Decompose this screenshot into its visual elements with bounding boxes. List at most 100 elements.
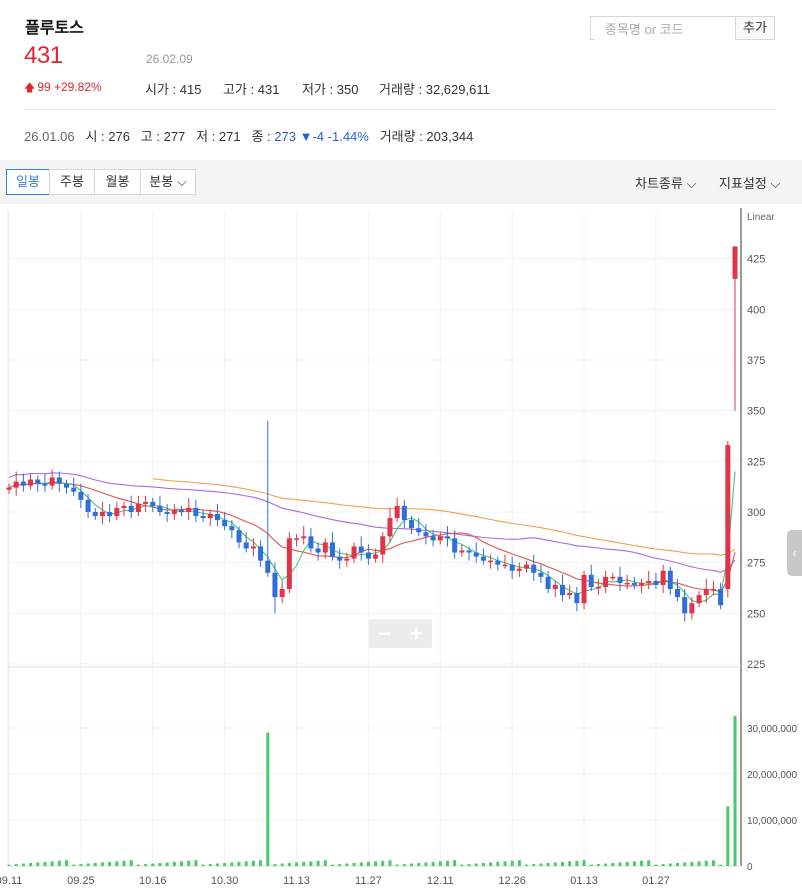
candle-body xyxy=(509,564,515,571)
add-button[interactable]: 추가 xyxy=(735,16,775,40)
volume-bar xyxy=(144,864,148,866)
volume-bar xyxy=(237,861,241,866)
volume-bar xyxy=(625,861,629,866)
volume-bar xyxy=(661,864,665,866)
x-tick-label: 09.11 xyxy=(0,875,22,887)
candle-body xyxy=(660,570,666,585)
volume-bar xyxy=(129,860,133,866)
candle-body xyxy=(301,536,307,539)
volume-bar xyxy=(201,864,205,866)
candle-body xyxy=(85,499,91,512)
volume-bar xyxy=(517,860,521,866)
volume-bar xyxy=(388,860,392,866)
volume-tick-label: 20,000,000 xyxy=(747,770,797,781)
y-tick-label: 400 xyxy=(747,304,765,316)
price-change: 🡅 99 +29.82% xyxy=(24,79,102,98)
volume-bar xyxy=(359,862,363,866)
candle-body xyxy=(581,574,587,604)
candle-body xyxy=(20,481,26,486)
volume-bar xyxy=(122,860,126,866)
volume-bar xyxy=(467,864,471,866)
candle-body xyxy=(380,536,386,555)
volume-total: 거래량 : 32,629,611 xyxy=(379,82,490,97)
zoom-out-button[interactable]: − xyxy=(369,619,400,648)
candle-body xyxy=(358,546,364,553)
volume-tick-label: 30,000,000 xyxy=(747,724,797,735)
volume-bar xyxy=(172,861,176,866)
volume-bar xyxy=(575,860,579,866)
candle-body xyxy=(653,580,659,585)
volume-bar xyxy=(259,860,263,866)
x-tick-label: 01.27 xyxy=(642,875,670,887)
volume-bar xyxy=(345,863,349,866)
volume-bar xyxy=(525,864,529,866)
candle-body xyxy=(49,477,55,486)
volume-bar xyxy=(453,860,457,866)
stock-name: 플루토스 xyxy=(25,20,84,37)
volume-bar xyxy=(323,860,327,866)
scale-type-label: Linear xyxy=(747,212,775,223)
candle-body xyxy=(64,483,70,488)
volume-bar xyxy=(481,862,485,866)
candle-body xyxy=(150,501,156,506)
candle-body xyxy=(488,560,494,563)
volume-bar xyxy=(223,862,227,866)
candle-body xyxy=(682,597,688,614)
chart-type-menu[interactable]: 차트종류 ⌵ xyxy=(635,173,696,192)
tab-weekly[interactable]: 주봉 xyxy=(49,169,95,195)
volume-bar xyxy=(582,860,586,866)
candle-body xyxy=(294,538,300,540)
low-price: 저가 : 350 xyxy=(302,82,359,97)
x-tick-label: 12.26 xyxy=(498,875,526,887)
up-arrow-icon: 🡅 xyxy=(24,82,36,94)
volume-bar xyxy=(208,864,212,866)
candle-body xyxy=(365,552,371,559)
candle-body xyxy=(71,487,77,492)
search-box[interactable] xyxy=(590,16,747,40)
x-tick-label: 10.16 xyxy=(139,875,167,887)
volume-bar xyxy=(496,861,500,866)
candle-body xyxy=(531,564,537,573)
search-input[interactable] xyxy=(595,18,747,40)
volume-bar xyxy=(266,732,270,866)
header-divider xyxy=(24,109,776,110)
volume-bar xyxy=(697,861,701,866)
candle-body xyxy=(315,548,321,553)
volume-bar xyxy=(546,862,550,866)
y-tick-label: 425 xyxy=(747,254,765,266)
volume-bar xyxy=(410,863,414,866)
zoom-in-button[interactable]: + xyxy=(401,619,432,648)
volume-bar xyxy=(136,864,140,866)
volume-bar xyxy=(215,863,219,866)
candle-body xyxy=(401,505,407,521)
volume-bar xyxy=(100,862,104,866)
indicator-settings-menu[interactable]: 지표설정 ⌵ xyxy=(719,173,780,192)
candle-body xyxy=(186,507,192,512)
volume-bar xyxy=(79,864,83,866)
tab-minute[interactable]: 분봉 ⌵ xyxy=(140,169,196,195)
candle-body xyxy=(444,536,450,539)
volume-bar xyxy=(431,861,435,866)
side-panel-handle[interactable]: ‹ xyxy=(787,530,802,576)
ma60-line xyxy=(8,472,736,573)
volume-bar xyxy=(460,864,464,866)
candle-body xyxy=(423,532,429,537)
volume-bar xyxy=(158,862,162,866)
volume-bar xyxy=(21,863,25,866)
volume-bar xyxy=(374,861,378,866)
volume-bar xyxy=(65,860,69,866)
volume-bar xyxy=(719,864,723,866)
candle-body xyxy=(624,582,630,585)
zoom-control: − + xyxy=(369,619,432,648)
volume-bar xyxy=(366,861,370,866)
tab-daily[interactable]: 일봉 xyxy=(6,169,50,195)
volume-bar xyxy=(539,863,543,866)
candle-body xyxy=(552,584,558,590)
candle-body xyxy=(42,483,48,486)
tab-monthly[interactable]: 월봉 xyxy=(94,169,141,195)
stock-chart[interactable]: Linear 425 400 375 350 325 300 275 250 225 30,000,… xyxy=(0,204,802,895)
volume-bar xyxy=(503,861,507,866)
candle-body xyxy=(28,479,34,486)
candle-body xyxy=(200,516,206,519)
candle-body xyxy=(502,564,508,567)
